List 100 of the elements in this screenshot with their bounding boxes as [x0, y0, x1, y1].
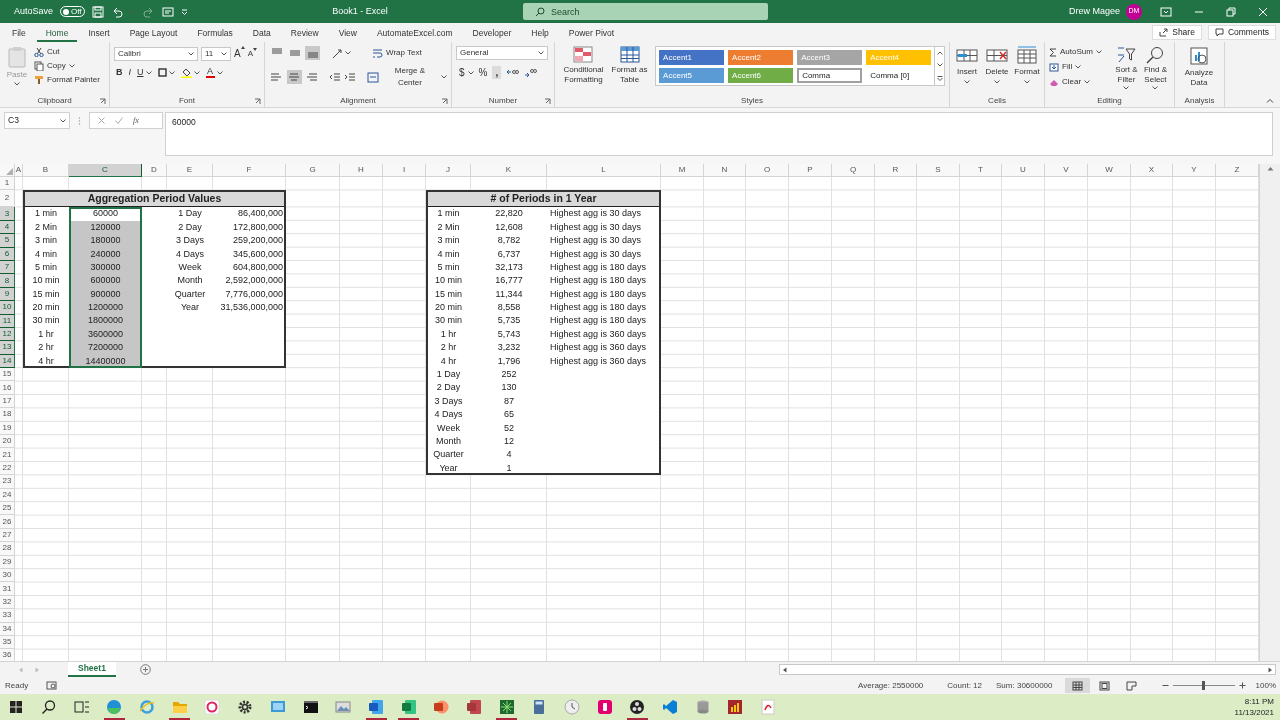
borders-button[interactable]	[157, 68, 175, 78]
orientation-button[interactable]	[331, 47, 351, 59]
ribbon-tab[interactable]: Help	[522, 26, 558, 42]
record-icon[interactable]	[629, 699, 646, 715]
save-icon[interactable]	[91, 5, 104, 18]
underline-button[interactable]: U	[137, 66, 152, 80]
row-header[interactable]: 26	[0, 515, 15, 529]
close-icon[interactable]	[1258, 6, 1268, 17]
ribbon-tab[interactable]: Data	[243, 26, 280, 42]
cell-style[interactable]: Comma	[797, 68, 863, 83]
font-color-button[interactable]: A	[205, 67, 223, 79]
scroll-up-icon[interactable]	[936, 51, 943, 56]
row-header[interactable]: 16	[0, 381, 15, 395]
column-header[interactable]: V	[1045, 164, 1088, 177]
clear-button[interactable]: Clear	[1049, 76, 1102, 88]
name-box[interactable]: C3	[4, 112, 70, 129]
share-button[interactable]: Share	[1152, 25, 1202, 40]
zoom-in-icon[interactable]	[1238, 682, 1246, 689]
column-header[interactable]: G	[286, 164, 340, 177]
shrink-font-button[interactable]: A	[247, 47, 257, 60]
column-header[interactable]: C	[69, 164, 142, 177]
code-editor-icon[interactable]	[662, 699, 679, 715]
fill-color-button[interactable]	[180, 67, 200, 79]
column-header[interactable]: Z	[1216, 164, 1259, 177]
currency-button[interactable]: $	[459, 65, 474, 80]
row-header[interactable]: 8	[0, 274, 15, 288]
column-header[interactable]: K	[471, 164, 547, 177]
percent-button[interactable]: %	[478, 65, 488, 80]
row-header[interactable]: 18	[0, 408, 15, 422]
task-view-icon[interactable]	[73, 699, 90, 715]
wrap-text-button[interactable]: Wrap Text	[372, 47, 422, 59]
center-align-button[interactable]	[286, 70, 302, 84]
macro-record-icon[interactable]	[46, 681, 58, 690]
dialog-launcher-icon[interactable]	[544, 97, 551, 105]
fill-button[interactable]: Fill	[1049, 61, 1102, 73]
column-header[interactable]: U	[1002, 164, 1045, 177]
database-app-icon[interactable]	[465, 699, 482, 715]
windows-icon[interactable]	[8, 699, 25, 715]
left-align-button[interactable]	[269, 70, 284, 84]
format-button[interactable]: Format	[1014, 46, 1040, 95]
row-header[interactable]: 15	[0, 368, 15, 382]
comments-button[interactable]: Comments	[1207, 25, 1276, 40]
column-header[interactable]: Q	[832, 164, 875, 177]
delete-button[interactable]: Delete	[984, 46, 1010, 95]
dialog-launcher-icon[interactable]	[99, 97, 106, 105]
app-icon[interactable]	[498, 699, 515, 715]
ribbon-tab[interactable]: Insert	[79, 26, 119, 42]
restore-icon[interactable]	[1226, 6, 1236, 17]
column-header[interactable]: N	[704, 164, 746, 177]
number-format-dropdown[interactable]: General	[456, 46, 548, 60]
row-header[interactable]: 20	[0, 435, 15, 449]
column-header[interactable]: P	[789, 164, 832, 177]
column-header[interactable]: I	[383, 164, 426, 177]
row-header[interactable]: 13	[0, 341, 15, 355]
analyze-data-button[interactable]: Analyze Data	[1179, 46, 1219, 95]
right-align-button[interactable]	[304, 70, 320, 84]
sort-filter-button[interactable]: Sort & Filter	[1111, 46, 1141, 95]
search-field[interactable]: Search	[523, 3, 768, 20]
chart-icon[interactable]	[727, 699, 744, 715]
settings-icon[interactable]	[237, 699, 254, 715]
format-as-table-button[interactable]: Format as Table	[609, 46, 650, 95]
insert-button[interactable]: Insert	[954, 46, 980, 95]
row-header[interactable]: 23	[0, 475, 15, 489]
comma-button[interactable]: ,	[492, 66, 502, 79]
more-icon[interactable]	[936, 75, 943, 81]
find-select-button[interactable]: Find & Select	[1140, 46, 1170, 95]
row-header[interactable]: 33	[0, 609, 15, 623]
row-header[interactable]: 5	[0, 234, 15, 248]
column-header[interactable]: E	[167, 164, 213, 177]
document-icon[interactable]	[760, 699, 777, 715]
add-sheet-icon[interactable]	[139, 664, 151, 675]
cut-button[interactable]: Cut	[34, 46, 100, 58]
row-header[interactable]: 31	[0, 582, 15, 596]
ribbon-tab[interactable]: File	[3, 26, 35, 42]
form-icon[interactable]	[161, 5, 174, 18]
increase-indent-icon[interactable]	[343, 71, 356, 83]
ribbon-tab[interactable]: AutomateExcel.com	[367, 26, 462, 42]
italic-button[interactable]: I	[128, 66, 131, 80]
column-header[interactable]: D	[142, 164, 167, 177]
document-icon[interactable]	[367, 699, 384, 715]
monitor-icon[interactable]	[269, 699, 286, 715]
search-icon[interactable]	[41, 699, 58, 715]
app-icon[interactable]	[596, 699, 613, 715]
autosum-button[interactable]: AutoSum	[1049, 46, 1102, 58]
column-header[interactable]: Y	[1173, 164, 1216, 177]
column-header[interactable]: F	[213, 164, 286, 177]
dialog-launcher-icon[interactable]	[441, 97, 448, 105]
row-header[interactable]: 28	[0, 542, 15, 556]
terminal-icon[interactable]	[302, 699, 319, 715]
merge-center-button[interactable]: Merge & Center	[366, 65, 447, 89]
formula-bar[interactable]: 60000	[165, 112, 1273, 156]
copy-button[interactable]: Copy	[34, 60, 100, 72]
font-name-dropdown[interactable]: Calibri	[114, 46, 198, 61]
font-size-dropdown[interactable]: 11	[201, 46, 231, 61]
ribbon-tab[interactable]: Review	[281, 26, 328, 42]
decrease-decimal-icon[interactable]	[524, 67, 538, 78]
vertical-scrollbar[interactable]	[1259, 164, 1280, 661]
column-header[interactable]: S	[917, 164, 960, 177]
bold-button[interactable]: B	[116, 66, 123, 80]
column-header[interactable]: O	[746, 164, 789, 177]
